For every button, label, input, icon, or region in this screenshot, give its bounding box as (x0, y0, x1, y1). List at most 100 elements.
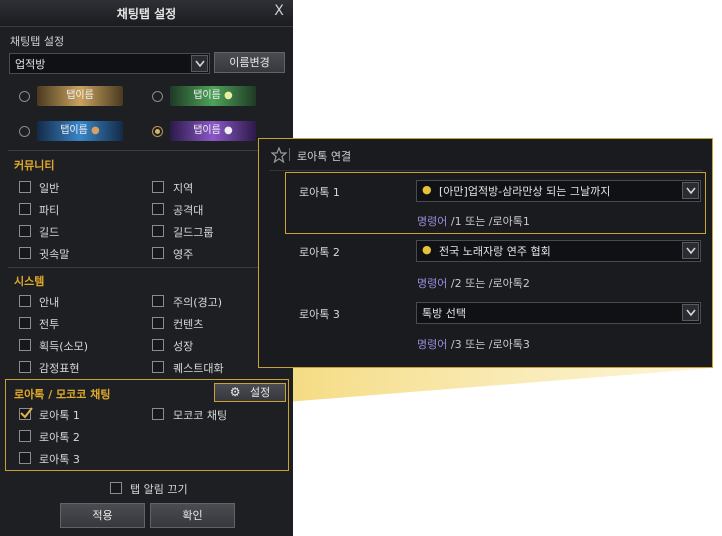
tab-style-radio-2[interactable] (152, 91, 163, 102)
tab-style-radio-3[interactable] (19, 126, 30, 137)
command-text: /1 또는 /로아톡1 (447, 215, 530, 228)
tab-select-value: 업적방 (15, 58, 46, 71)
checkbox-lostalk-2[interactable] (19, 430, 31, 442)
lostalk-settings-label: 설정 (250, 386, 271, 399)
lostalk-3-command: 명령어 /3 또는 /로아톡3 (417, 336, 530, 352)
mokoko-icon: ● (224, 90, 233, 101)
checkbox-label: 영주 (173, 248, 194, 261)
checkbox-lostalk-3[interactable] (19, 452, 31, 464)
checkbox-growth[interactable] (152, 339, 164, 351)
chat-bubble-icon: ● (422, 183, 432, 196)
tab-select[interactable]: 업적방 (9, 53, 210, 74)
command-text: /2 또는 /로아톡2 (447, 277, 530, 290)
checkbox-label: 로아톡 1 (39, 409, 80, 422)
checkbox-emote[interactable] (19, 361, 31, 373)
star-icon[interactable] (271, 147, 287, 163)
tab-style-purple-label: 탭이름 (193, 125, 221, 136)
command-text: /3 또는 /로아톡3 (447, 338, 530, 351)
lostalk-1-select[interactable]: ● [아만]업적방-삼라만상 되는 그날까지 (416, 180, 701, 202)
lostalk-row-label: 로아톡 3 (299, 308, 340, 321)
checkbox-label: 성장 (173, 340, 194, 353)
tab-style-purple[interactable]: 탭이름 ● (170, 121, 256, 141)
tab-style-green[interactable]: 탭이름 ● (170, 86, 256, 106)
checkbox-label: 주의(경고) (173, 296, 223, 309)
community-section-title: 커뮤니티 (14, 159, 55, 172)
checkbox-combat[interactable] (19, 317, 31, 329)
checkbox-label: 퀘스트대화 (173, 362, 224, 375)
tab-style-gold[interactable]: 탭이름 (37, 86, 123, 106)
lostalk-1-value: [아만]업적방-삼라만상 되는 그날까지 (439, 185, 611, 198)
checkbox-warning[interactable] (152, 295, 164, 307)
lostalk-2-command: 명령어 /2 또는 /로아톡2 (417, 275, 530, 291)
checkbox-label: 안내 (39, 296, 60, 309)
checkbox-label: 모코코 채팅 (173, 409, 228, 422)
chevron-down-icon[interactable] (191, 55, 208, 72)
chat-bubble-icon: ● (422, 243, 432, 256)
tab-style-radio-4[interactable] (152, 126, 163, 137)
checkbox-label: 지역 (173, 182, 194, 195)
checkbox-lord[interactable] (152, 247, 164, 259)
checkbox-label: 공격대 (173, 204, 204, 217)
divider (269, 170, 703, 171)
chat-tab-settings-dialog: 채팅탭 설정 X 채팅탭 설정 업적방 이름변경 탭이름 탭이름 ● 탭이름 ●… (0, 0, 293, 536)
popup-title: 로아톡 연결 (297, 150, 352, 163)
tab-style-radio-1[interactable] (19, 91, 30, 102)
lostalk-3-value: 톡방 선택 (422, 307, 466, 320)
lostalk-2-select[interactable]: ● 전국 노래자랑 연주 협회 (416, 240, 701, 262)
cat-icon: ● (91, 125, 100, 136)
checkbox-party[interactable] (19, 203, 31, 215)
checkbox-notice[interactable] (19, 295, 31, 307)
command-key-label: 명령어 (417, 277, 448, 290)
command-key-label: 명령어 (417, 338, 448, 351)
tab-style-blue-label: 탭이름 (60, 125, 88, 136)
checkbox-label: 로아톡 3 (39, 453, 80, 466)
gear-icon: ⚙ (229, 385, 241, 399)
checkbox-quest-dialog[interactable] (152, 361, 164, 373)
checkbox-label: 길드 (39, 226, 60, 239)
checkbox-label: 로아톡 2 (39, 431, 80, 444)
checkbox-label: 획득(소모) (39, 340, 89, 353)
checkbox-lostalk-1[interactable] (19, 407, 33, 420)
divider (8, 267, 285, 268)
close-button[interactable]: X (271, 3, 287, 21)
checkbox-mokoko-chat[interactable] (152, 408, 164, 420)
checkbox-mute-notify[interactable] (110, 482, 122, 494)
checkbox-region[interactable] (152, 181, 164, 193)
checkbox-content[interactable] (152, 317, 164, 329)
lostalk-3-select[interactable]: 톡방 선택 (416, 302, 701, 324)
chevron-down-icon[interactable] (682, 182, 699, 199)
checkmark-icon (20, 407, 33, 419)
checkbox-label: 감정표현 (39, 362, 80, 375)
checkbox-label: 길드그룹 (173, 226, 214, 239)
chevron-down-icon[interactable] (682, 304, 699, 321)
dialog-title: 채팅탭 설정 (116, 7, 177, 21)
system-section-title: 시스템 (14, 275, 45, 288)
checkbox-general[interactable] (19, 181, 31, 193)
checkbox-raid[interactable] (152, 203, 164, 215)
checkbox-label: 컨텐츠 (173, 318, 204, 331)
mute-notify-label: 탭 알림 끄기 (130, 483, 188, 496)
lostalk-section-title: 로아톡 / 모코코 채팅 (14, 388, 111, 401)
tab-style-green-label: 탭이름 (193, 90, 221, 101)
title-separator (289, 148, 290, 161)
confirm-button[interactable]: 확인 (150, 503, 235, 528)
checkbox-guild-group[interactable] (152, 225, 164, 237)
checkbox-label: 일반 (39, 182, 60, 195)
tab-style-blue[interactable]: 탭이름 ● (37, 121, 123, 141)
divider (8, 150, 285, 151)
lostalk-connect-popup: 로아톡 연결 로아톡 1 ● [아만]업적방-삼라만상 되는 그날까지 명령어 … (258, 138, 713, 368)
checkbox-acquire[interactable] (19, 339, 31, 351)
checkbox-label: 전투 (39, 318, 60, 331)
checkbox-label: 파티 (39, 204, 60, 217)
chevron-down-icon[interactable] (682, 242, 699, 259)
apply-button[interactable]: 적용 (60, 503, 145, 528)
checkbox-label: 귓속말 (39, 248, 70, 261)
lostalk-1-command: 명령어 /1 또는 /로아톡1 (417, 213, 530, 229)
checkbox-guild[interactable] (19, 225, 31, 237)
lostalk-settings-button[interactable]: ⚙ 설정 (214, 383, 286, 402)
cat-icon: ● (224, 125, 233, 136)
rename-button[interactable]: 이름변경 (214, 52, 285, 73)
lostalk-row-label: 로아톡 2 (299, 246, 340, 259)
checkbox-whisper[interactable] (19, 247, 31, 259)
lostalk-row-label: 로아톡 1 (299, 186, 340, 199)
